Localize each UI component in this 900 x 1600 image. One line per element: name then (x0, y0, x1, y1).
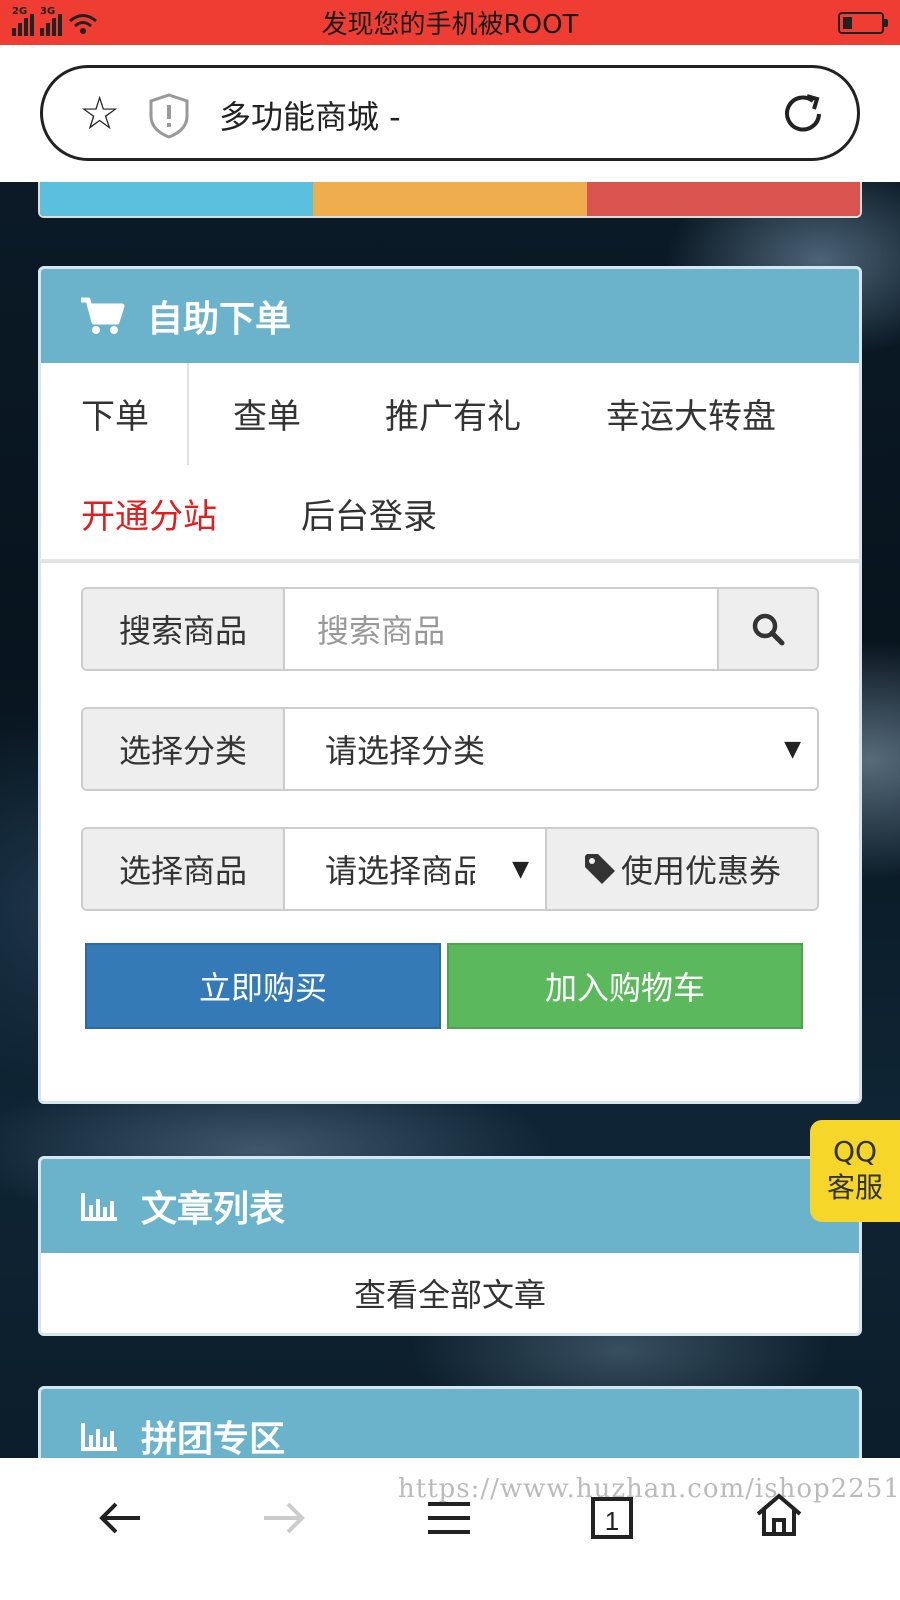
order-panel-header: 自助下单 (41, 269, 859, 363)
view-all-articles-link[interactable]: 查看全部文章 (41, 1253, 859, 1333)
product-group: 选择商品 请选择商品 ▼ 使用优惠券 (81, 827, 819, 911)
browser-bottom-nav: https://www.huzhan.com/ishop22512 1 (0, 1458, 900, 1600)
cart-icon (79, 296, 125, 336)
service-label: 客服 (826, 1171, 883, 1204)
product-select-value: 请选择商品 (325, 852, 475, 890)
strip-button-warning[interactable] (313, 182, 587, 216)
menu-icon[interactable] (424, 1498, 474, 1538)
shield-icon[interactable] (147, 92, 191, 140)
category-select[interactable]: 请选择分类 ▼ (285, 709, 817, 789)
address-bar[interactable]: ☆ 多功能商城 - (40, 65, 860, 161)
qq-label: QQ (832, 1135, 878, 1168)
strip-button-danger[interactable] (586, 182, 860, 216)
search-button[interactable] (717, 589, 817, 669)
search-label: 搜索商品 (83, 589, 285, 669)
order-form: 搜索商品 搜索商品 选择分类 请选择分类 ▼ 选择商品 请选择商品 ▼ 使用优惠… (41, 563, 859, 1101)
home-icon[interactable] (754, 1492, 804, 1538)
strip-button-info[interactable] (40, 182, 314, 216)
battery-icon (838, 12, 888, 34)
search-input[interactable]: 搜索商品 (285, 589, 717, 669)
svg-text:1: 1 (605, 1506, 619, 1536)
tab-query-order[interactable]: 查单 (233, 389, 301, 438)
signal-3g-icon: 3G (40, 6, 62, 36)
reload-icon[interactable] (779, 90, 827, 138)
product-select[interactable]: 请选择商品 ▼ (285, 829, 545, 909)
order-tabs: 下单 查单 推广有礼 幸运大转盘 开通分站 后台登录 (41, 363, 859, 563)
order-panel-title: 自助下单 (147, 299, 292, 340)
bar-chart-icon (79, 1189, 119, 1223)
chevron-down-icon: ▼ (512, 856, 529, 882)
bar-chart-icon (79, 1419, 119, 1453)
add-to-cart-button[interactable]: 加入购物车 (447, 943, 803, 1029)
tab-order[interactable]: 下单 (81, 389, 149, 438)
coupon-label: 使用优惠券 (620, 852, 781, 890)
tag-icon (583, 852, 617, 886)
article-panel: 文章列表 查看全部文章 (38, 1156, 862, 1336)
search-group: 搜索商品 搜索商品 (81, 587, 819, 671)
article-panel-header: 文章列表 (41, 1159, 859, 1253)
order-panel: 自助下单 下单 查单 推广有礼 幸运大转盘 开通分站 后台登录 搜索商品 搜索商… (38, 266, 862, 1104)
signal-2g-icon: 2G (12, 6, 34, 36)
coupon-button[interactable]: 使用优惠券 (545, 829, 817, 909)
category-select-value: 请选择分类 (325, 732, 486, 770)
category-label: 选择分类 (83, 709, 285, 789)
search-icon (752, 613, 785, 646)
qq-service-button[interactable]: QQ 客服 (810, 1120, 900, 1222)
group-buy-panel-title: 拼团专区 (141, 1419, 286, 1460)
admin-login-link[interactable]: 后台登录 (301, 489, 437, 538)
bookmark-star-icon[interactable]: ☆ (79, 90, 120, 136)
buy-now-button[interactable]: 立即购买 (85, 943, 441, 1029)
tab-referral[interactable]: 推广有礼 (385, 389, 521, 438)
chevron-down-icon: ▼ (784, 736, 801, 762)
status-bar: 2G 3G 发现您的手机被ROOT (0, 0, 900, 45)
open-branch-link[interactable]: 开通分站 (81, 489, 217, 538)
product-label: 选择商品 (83, 829, 285, 909)
back-arrow-icon[interactable] (96, 1498, 146, 1538)
wifi-icon (69, 14, 97, 34)
status-bar-title: 发现您的手机被ROOT (321, 10, 579, 40)
forward-arrow-icon[interactable] (258, 1498, 308, 1538)
top-button-strip (38, 182, 862, 218)
tabs-icon[interactable]: 1 (590, 1494, 636, 1540)
network-2g-label: 2G (12, 6, 28, 17)
article-panel-title: 文章列表 (141, 1189, 286, 1230)
tab-lucky-wheel[interactable]: 幸运大转盘 (606, 389, 776, 438)
category-group: 选择分类 请选择分类 ▼ (81, 707, 819, 791)
network-3g-label: 3G (40, 6, 56, 17)
signal-indicators: 2G 3G (12, 6, 98, 36)
address-text[interactable]: 多功能商城 - (219, 92, 401, 138)
browser-toolbar: ☆ 多功能商城 - (0, 45, 900, 182)
